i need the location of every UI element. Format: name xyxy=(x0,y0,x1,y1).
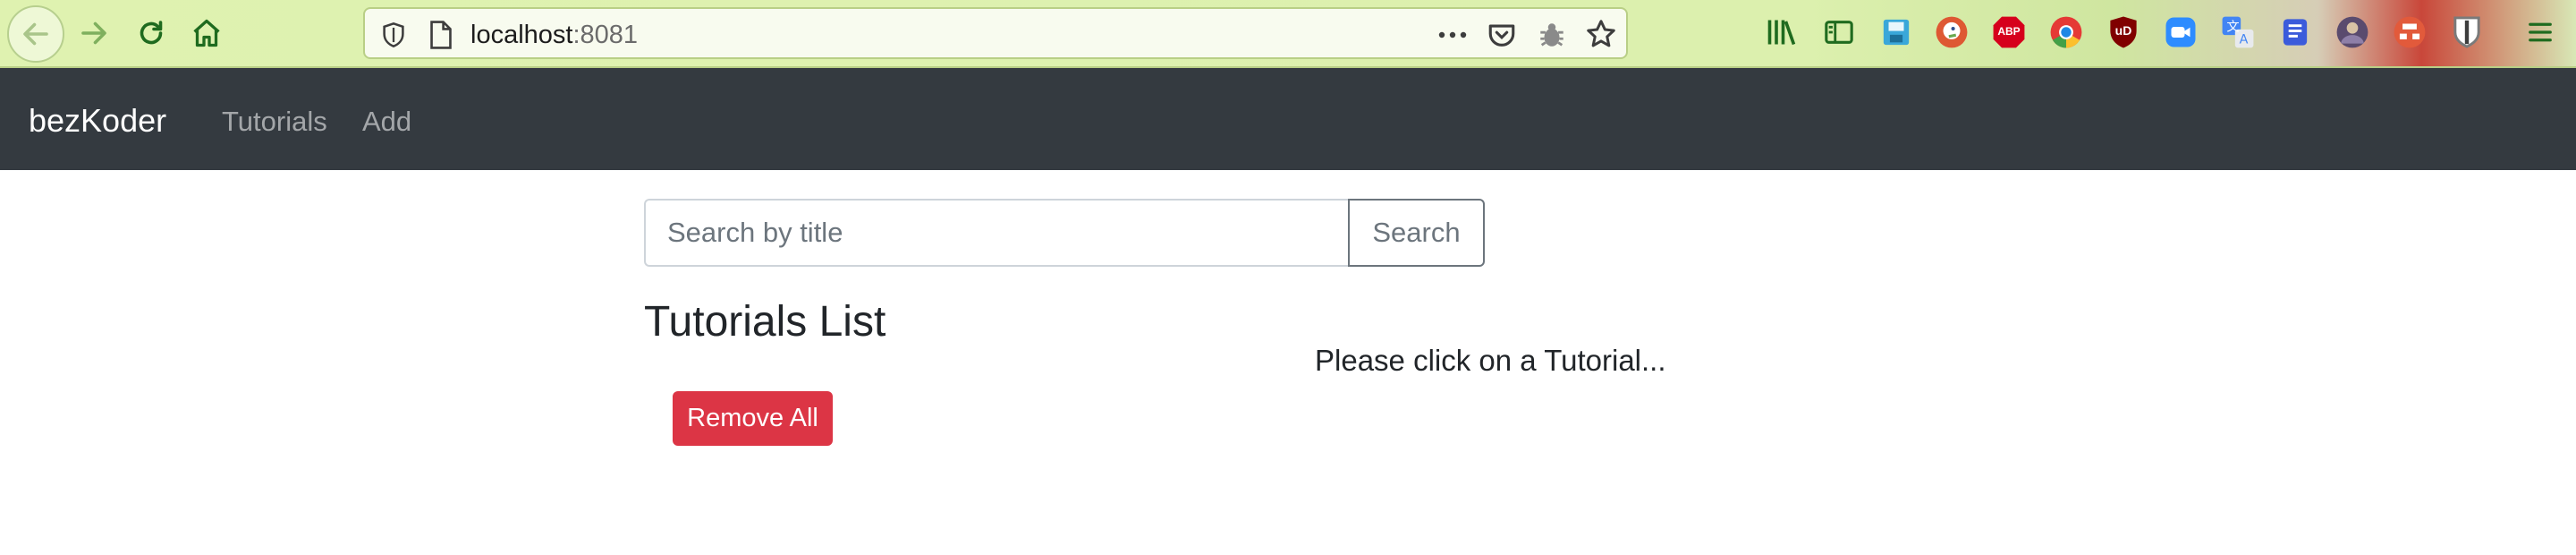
tutorials-list-title: Tutorials List xyxy=(644,298,886,346)
duckduckgo-icon[interactable] xyxy=(1934,14,1970,50)
select-tutorial-hint-text: Please click on a Tutorial... xyxy=(1315,344,1666,377)
back-button[interactable] xyxy=(7,5,64,63)
adblock-icon[interactable]: ABP xyxy=(1991,14,2027,50)
brand-link[interactable]: bezKoder xyxy=(29,102,166,140)
chrome-icon[interactable] xyxy=(2048,14,2084,50)
home-icon xyxy=(193,19,220,47)
save-icon[interactable] xyxy=(1878,14,1914,50)
pocket-icon[interactable] xyxy=(1487,20,1517,50)
nav-link-tutorials[interactable]: Tutorials xyxy=(222,106,327,138)
nav-link-add[interactable]: Add xyxy=(362,106,411,138)
reload-icon xyxy=(140,21,163,45)
svg-text:A: A xyxy=(2240,33,2249,47)
extension-icon-2[interactable] xyxy=(2392,14,2428,50)
ublock-label: uD xyxy=(2114,23,2132,38)
reload-button[interactable] xyxy=(125,7,177,59)
bug-icon[interactable] xyxy=(1537,20,1567,50)
search-input[interactable] xyxy=(644,199,1351,267)
sidebar-icon[interactable] xyxy=(1821,14,1857,50)
translate-icon[interactable]: 文A xyxy=(2220,14,2256,50)
select-tutorial-hint: Please click on a Tutorial... xyxy=(1315,344,1666,378)
ublock-icon[interactable]: uD xyxy=(2106,14,2141,50)
browser-toolbar: localhost:8081 ABP uD 文 A xyxy=(0,0,2576,68)
url-host: localhost xyxy=(470,21,573,49)
extension-icon[interactable] xyxy=(2277,14,2313,50)
remove-all-button[interactable]: Remove All xyxy=(673,391,833,446)
avatar-icon[interactable] xyxy=(2334,14,2370,50)
app-navbar: bezKoder Tutorials Add xyxy=(0,68,2576,170)
forward-arrow-icon xyxy=(81,21,106,45)
menu-icon[interactable] xyxy=(2522,14,2558,50)
svg-text:文: 文 xyxy=(2226,19,2239,34)
url-text[interactable]: localhost:8081 xyxy=(470,21,638,50)
bitwarden-icon[interactable] xyxy=(2449,14,2485,50)
library-icon[interactable] xyxy=(1764,14,1800,50)
adblock-label: ABP xyxy=(1997,25,2021,38)
search-button[interactable]: Search xyxy=(1348,199,1485,267)
tracking-shield-icon[interactable] xyxy=(381,21,406,48)
back-arrow-icon xyxy=(23,22,48,46)
bookmark-star-icon[interactable] xyxy=(1585,18,1617,50)
url-port: :8081 xyxy=(572,21,639,49)
more-actions-icon[interactable] xyxy=(1436,20,1469,50)
zoom-icon[interactable] xyxy=(2163,14,2199,50)
page-icon[interactable] xyxy=(428,20,454,50)
forward-button[interactable] xyxy=(68,7,120,59)
home-button[interactable] xyxy=(181,7,233,59)
url-bar[interactable]: localhost:8081 xyxy=(363,7,1628,59)
